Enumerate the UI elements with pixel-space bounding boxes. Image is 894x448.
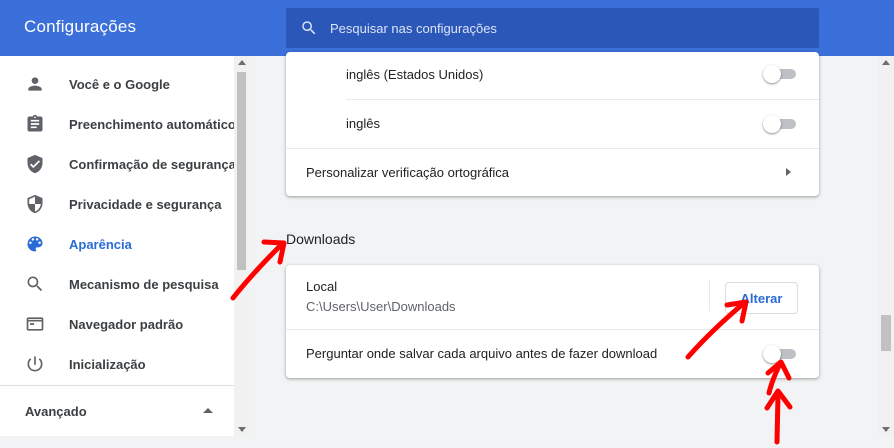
download-location-label: Local <box>306 279 338 294</box>
scroll-up-arrow-icon[interactable] <box>238 60 246 65</box>
red-arrow-icon <box>764 388 793 445</box>
language-label: inglês <box>346 116 380 131</box>
sidebar-item-label: Confirmação de segurança <box>69 156 234 172</box>
sidebar-item-label: Você e o Google <box>69 76 170 92</box>
search-box[interactable] <box>286 8 819 48</box>
toggle-knob <box>763 345 781 363</box>
customize-spellcheck-label: Personalizar verificação ortográfica <box>306 165 510 180</box>
sidebar-item-label: Inicialização <box>69 356 146 372</box>
vertical-divider <box>709 279 710 311</box>
ask-before-download-label: Perguntar onde salvar cada arquivo antes… <box>306 346 658 361</box>
customize-spellcheck-row[interactable]: Personalizar verificação ortográfica <box>286 149 819 196</box>
sidebar-item-navegador-padrao[interactable]: Navegador padrão <box>0 304 234 344</box>
search-icon <box>302 21 316 35</box>
sidebar-item-privacidade[interactable]: Privacidade e segurança <box>0 184 234 224</box>
search-icon <box>25 274 45 294</box>
caret-up-icon <box>203 408 213 413</box>
sidebar-item-label: Preenchimento automático <box>69 116 234 132</box>
sidebar-item-mecanismo-pesquisa[interactable]: Mecanismo de pesquisa <box>0 264 234 304</box>
scroll-down-arrow-icon[interactable] <box>882 427 890 432</box>
language-label: inglês (Estados Unidos) <box>346 67 484 82</box>
downloads-card: Local C:\Users\User\Downloads Alterar Pe… <box>286 265 819 378</box>
ask-before-download-toggle[interactable] <box>763 344 799 364</box>
bottom-edge <box>0 436 894 448</box>
change-location-button[interactable]: Alterar <box>725 282 798 314</box>
shield-check-icon <box>25 154 45 174</box>
toggle-knob <box>763 115 781 133</box>
person-icon <box>25 74 45 94</box>
download-location-path: C:\Users\User\Downloads <box>306 299 456 314</box>
chevron-right-icon <box>786 168 791 176</box>
clipboard-icon <box>25 114 45 134</box>
sidebar-item-label: Navegador padrão <box>69 316 184 332</box>
browser-window-icon <box>25 314 45 334</box>
sidebar-item-inicializacao[interactable]: Inicialização <box>0 344 234 384</box>
sidebar-advanced-toggle[interactable]: Avançado <box>0 397 234 425</box>
toggle-knob <box>763 65 781 83</box>
sidebar-divider <box>0 385 234 386</box>
shield-icon <box>25 194 45 214</box>
row-divider <box>346 99 819 100</box>
power-icon <box>25 354 45 374</box>
sidebar-item-confirmacao-seguranca[interactable]: Confirmação de segurança <box>0 144 234 184</box>
section-title-downloads: Downloads <box>286 231 356 247</box>
sidebar-item-label: Mecanismo de pesquisa <box>69 276 219 292</box>
sidebar-scrollbar[interactable] <box>234 56 249 436</box>
sidebar: Você e o Google Preenchimento automático… <box>0 56 234 436</box>
sidebar-scrollbar-thumb[interactable] <box>237 72 246 270</box>
palette-icon <box>25 234 45 254</box>
main-scrollbar[interactable] <box>878 56 894 436</box>
sidebar-item-label: Aparência <box>69 236 132 252</box>
main-scrollbar-thumb[interactable] <box>881 315 891 351</box>
sidebar-item-preenchimento[interactable]: Preenchimento automático <box>0 104 234 144</box>
top-bar: Configurações <box>0 0 894 56</box>
sidebar-advanced-label: Avançado <box>25 404 87 419</box>
language-toggle-en-us[interactable] <box>763 64 799 84</box>
search-input[interactable] <box>330 8 800 48</box>
scroll-down-arrow-icon[interactable] <box>238 427 246 432</box>
scroll-up-arrow-icon[interactable] <box>882 60 890 65</box>
page-title: Configurações <box>24 17 137 36</box>
spellcheck-card: inglês (Estados Unidos) inglês Personali… <box>286 52 819 196</box>
sidebar-item-voce-e-o-google[interactable]: Você e o Google <box>0 64 234 104</box>
sidebar-item-aparencia[interactable]: Aparência <box>0 224 234 264</box>
language-toggle-en[interactable] <box>763 114 799 134</box>
row-divider <box>286 329 819 330</box>
sidebar-item-label: Privacidade e segurança <box>69 196 222 212</box>
